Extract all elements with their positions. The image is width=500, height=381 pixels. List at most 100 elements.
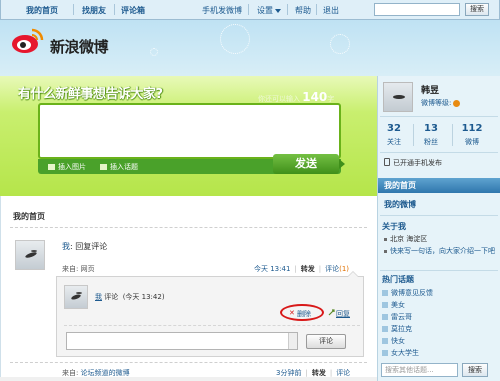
- divider: [380, 215, 498, 216]
- image-icon: [48, 164, 55, 170]
- topic-link[interactable]: 美女: [382, 300, 405, 310]
- nav-comments-box[interactable]: 评论箱: [121, 5, 145, 16]
- nav-settings[interactable]: 设置: [257, 5, 281, 16]
- forward-link[interactable]: 转发: [312, 369, 326, 377]
- nav-divider: [248, 4, 249, 15]
- nav-settings-label: 设置: [257, 6, 273, 15]
- topic-link[interactable]: 女大学生: [382, 348, 419, 358]
- char-counter-unit: 字: [327, 95, 335, 103]
- topic-icon: [100, 164, 107, 170]
- topic-label: 美女: [391, 301, 405, 309]
- topic-link[interactable]: 快女: [382, 336, 405, 346]
- top-search-button[interactable]: 搜索: [465, 3, 489, 16]
- chevron-down-icon: [275, 8, 281, 13]
- comment-link[interactable]: 评论: [325, 265, 339, 273]
- location-text: 北京 海淀区: [384, 234, 427, 244]
- profile-name[interactable]: 韩昱: [421, 83, 439, 96]
- post-content: : 回复评论: [70, 242, 108, 251]
- nav-mobile-post[interactable]: 手机发微博: [202, 5, 242, 16]
- forward-link[interactable]: 转发: [301, 265, 315, 273]
- post-author-link[interactable]: 我: [62, 242, 70, 251]
- phone-status[interactable]: 已开通手机发布: [393, 158, 442, 168]
- topic-search-input[interactable]: 搜索其他话题...: [381, 363, 458, 377]
- about-heading: 关于我: [382, 222, 406, 231]
- scrollbar[interactable]: [288, 333, 297, 349]
- topic-search-button[interactable]: 搜索: [462, 363, 488, 377]
- comment-label: 评论: [104, 293, 119, 301]
- nav-find-friends[interactable]: 找朋友: [82, 5, 106, 16]
- arrow-right-icon: [339, 159, 345, 169]
- stat-followers-count[interactable]: 13: [413, 123, 449, 134]
- sidebar-item-home[interactable]: 我的首页: [378, 178, 500, 193]
- sidebar-item-my-weibo[interactable]: 我的微博: [378, 197, 500, 212]
- submit-comment-button[interactable]: 评论: [306, 334, 346, 349]
- comment-author-link[interactable]: 我: [95, 293, 102, 301]
- comment-input[interactable]: [66, 332, 298, 350]
- insert-image-label: 插入图片: [58, 163, 86, 171]
- logo-text: 新浪微博: [50, 38, 109, 56]
- nav-divider: [73, 4, 74, 15]
- stat-followers-label[interactable]: 粉丝: [413, 137, 449, 147]
- post-time-link[interactable]: 3分钟前: [276, 369, 301, 377]
- avatar[interactable]: [15, 240, 45, 270]
- stat-posts-count[interactable]: 112: [454, 123, 490, 134]
- source-link[interactable]: 论坛频道的微博: [81, 369, 130, 377]
- divider: [64, 325, 360, 326]
- level-badge-icon: [453, 99, 461, 107]
- post-time-link[interactable]: 今天 13:41: [254, 265, 290, 273]
- send-button[interactable]: 发送: [273, 154, 345, 174]
- topic-label: 莫拉克: [391, 325, 412, 333]
- top-search-input[interactable]: [374, 3, 460, 16]
- topic-link[interactable]: 微博意见反馈: [382, 288, 433, 298]
- post-textarea[interactable]: [38, 103, 341, 159]
- topic-link[interactable]: 雷云哥: [382, 312, 412, 322]
- post-source-prefix: 来自:: [62, 369, 81, 377]
- comment-text: 我 评论 (今天 13:42): [95, 292, 165, 302]
- delete-comment-link[interactable]: 删除: [297, 309, 311, 319]
- nav-help[interactable]: 帮助: [295, 5, 311, 16]
- dandelion-decoration: [220, 24, 250, 54]
- topic-link[interactable]: 莫拉克: [382, 324, 412, 334]
- insert-topic-button[interactable]: 插入话题: [100, 162, 138, 172]
- nav-home[interactable]: 我的首页: [26, 5, 58, 16]
- comment-avatar[interactable]: [64, 285, 88, 309]
- bullet-icon: [384, 237, 387, 241]
- nav-divider: [114, 4, 115, 15]
- footer-strip: [0, 377, 377, 381]
- topic-icon: [382, 302, 388, 308]
- dandelion-decoration: [330, 34, 350, 54]
- sina-weibo-logo[interactable]: 新浪微博: [10, 27, 122, 67]
- intro-link[interactable]: 快来写一句话，向大家介绍一下吧: [384, 246, 496, 256]
- topic-label: 雷云哥: [391, 313, 412, 321]
- stat-following-count[interactable]: 32: [376, 123, 412, 134]
- insert-topic-label: 插入话题: [110, 163, 138, 171]
- topic-icon: [382, 290, 388, 296]
- publisher-title: 有什么新鲜事想告诉大家?: [18, 87, 163, 102]
- send-label: 发送: [295, 157, 317, 170]
- divider: [380, 116, 498, 117]
- topic-label: 快女: [391, 337, 405, 345]
- profile-level-label: 微博等级:: [421, 99, 452, 107]
- char-counter-number: 140: [302, 90, 328, 104]
- topic-icon: [382, 350, 388, 356]
- reply-icon: [328, 309, 335, 316]
- comment-time: (今天 13:42): [122, 293, 165, 301]
- stat-posts-label[interactable]: 微博: [454, 137, 490, 147]
- location-value: 北京 海淀区: [390, 235, 428, 243]
- topic-icon: [382, 338, 388, 344]
- divider: [10, 227, 367, 228]
- comment-link[interactable]: 评论: [336, 369, 350, 377]
- post-actions: 今天 13:41 | 转发 | 评论(1): [254, 265, 350, 273]
- profile-avatar[interactable]: [383, 82, 413, 112]
- insert-image-button[interactable]: 插入图片: [48, 162, 86, 172]
- reply-comment-link[interactable]: 回复: [336, 309, 350, 319]
- stat-following-label[interactable]: 关注: [376, 137, 412, 147]
- divider: [380, 152, 498, 153]
- hot-topics-heading: 热门话题: [382, 275, 414, 284]
- nav-logout[interactable]: 退出: [323, 5, 339, 16]
- topic-label: 微博意见反馈: [391, 289, 433, 297]
- intro-text: 快来写一句话，向大家介绍一下吧: [390, 247, 495, 255]
- topic-icon: [382, 326, 388, 332]
- char-counter-label: 你还可以输入: [258, 95, 300, 103]
- profile-level[interactable]: 微博等级:: [421, 98, 461, 108]
